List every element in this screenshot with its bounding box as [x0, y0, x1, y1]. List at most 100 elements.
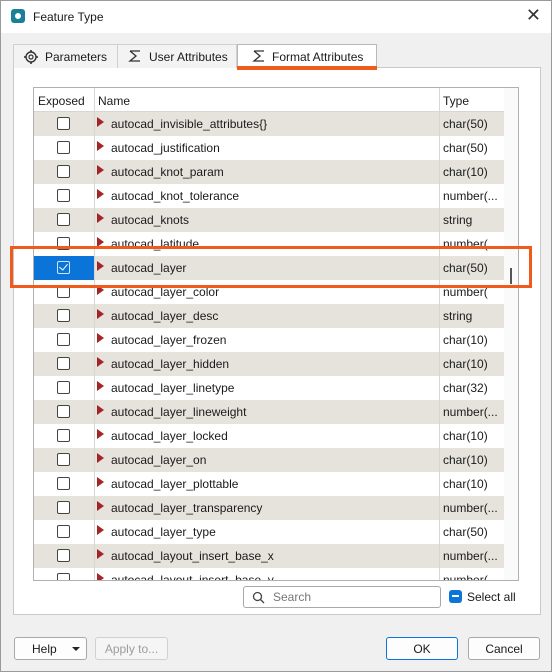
expand-arrow-icon[interactable]	[97, 165, 104, 175]
column-divider	[94, 304, 95, 328]
expand-arrow-icon[interactable]	[97, 381, 104, 391]
select-all-box[interactable]	[449, 590, 462, 603]
column-divider	[94, 184, 95, 208]
attribute-name: autocad_layout_insert_base_x	[111, 549, 274, 563]
column-divider	[439, 184, 440, 208]
table-row[interactable]: autocad_layout_insert_base_y number(	[34, 568, 504, 581]
table-row[interactable]: autocad_knot_param char(10)	[34, 160, 504, 184]
tab-parameters[interactable]: Parameters	[13, 44, 118, 68]
column-header-type[interactable]: Type	[443, 94, 469, 108]
table-row[interactable]: autocad_justification char(50)	[34, 136, 504, 160]
exposed-checkbox[interactable]	[57, 213, 70, 226]
expand-arrow-icon[interactable]	[97, 549, 104, 559]
table-row[interactable]: autocad_layer_transparency number(...	[34, 496, 504, 520]
ok-button[interactable]: OK	[386, 637, 458, 660]
attribute-type: char(10)	[443, 357, 488, 371]
exposed-checkbox[interactable]	[57, 501, 70, 514]
table-row[interactable]: autocad_knot_tolerance number(...	[34, 184, 504, 208]
attribute-name: autocad_invisible_attributes{}	[111, 117, 268, 131]
expand-arrow-icon[interactable]	[97, 501, 104, 511]
close-button[interactable]: ✕	[526, 5, 541, 26]
table-row[interactable]: autocad_invisible_attributes{} char(50)	[34, 112, 504, 136]
column-divider	[439, 112, 440, 136]
attribute-name: autocad_layer_linetype	[111, 381, 235, 395]
apply-to-button[interactable]: Apply to...	[95, 637, 168, 660]
table-row[interactable]: autocad_knots string	[34, 208, 504, 232]
exposed-checkbox[interactable]	[57, 525, 70, 538]
column-divider	[94, 376, 95, 400]
expand-arrow-icon[interactable]	[97, 453, 104, 463]
exposed-checkbox[interactable]	[57, 189, 70, 202]
exposed-checkbox[interactable]	[57, 141, 70, 154]
column-divider	[94, 160, 95, 184]
attribute-type: char(10)	[443, 429, 488, 443]
table-row[interactable]: autocad_layout_insert_base_x number(...	[34, 544, 504, 568]
column-divider	[94, 136, 95, 160]
expand-arrow-icon[interactable]	[97, 333, 104, 343]
search-box[interactable]	[243, 586, 441, 608]
column-divider	[94, 520, 95, 544]
column-header-name[interactable]: Name	[98, 94, 130, 108]
column-divider	[94, 568, 95, 580]
exposed-checkbox[interactable]	[57, 333, 70, 346]
expand-arrow-icon[interactable]	[97, 405, 104, 415]
attribute-type: number(...	[443, 405, 498, 419]
chevron-down-icon	[72, 647, 80, 651]
column-header-exposed[interactable]: Exposed	[38, 94, 85, 108]
expand-arrow-icon[interactable]	[97, 357, 104, 367]
table-row[interactable]: autocad_layer_on char(10)	[34, 448, 504, 472]
cancel-button[interactable]: Cancel	[468, 637, 540, 660]
tab-user-attributes[interactable]: User Attributes	[117, 44, 237, 68]
table-row[interactable]: autocad_layer_locked char(10)	[34, 424, 504, 448]
attribute-name: autocad_layer_on	[111, 453, 207, 467]
column-divider	[439, 88, 440, 112]
attribute-type: char(50)	[443, 141, 488, 155]
column-divider	[439, 544, 440, 568]
table-row[interactable]: autocad_layer_hidden char(10)	[34, 352, 504, 376]
search-icon	[252, 591, 265, 604]
table-row[interactable]: autocad_layer_frozen char(10)	[34, 328, 504, 352]
vertical-scrollbar[interactable]	[504, 88, 518, 580]
column-divider	[439, 304, 440, 328]
table-row[interactable]: autocad_layer_type char(50)	[34, 520, 504, 544]
search-input[interactable]	[271, 589, 436, 605]
attribute-type: number(	[443, 573, 488, 581]
exposed-checkbox[interactable]	[57, 477, 70, 490]
column-divider	[94, 328, 95, 352]
exposed-checkbox[interactable]	[57, 453, 70, 466]
attribute-type: char(10)	[443, 333, 488, 347]
table-row[interactable]: autocad_layer_linetype char(32)	[34, 376, 504, 400]
exposed-checkbox[interactable]	[57, 381, 70, 394]
exposed-checkbox[interactable]	[57, 117, 70, 130]
attribute-name: autocad_knots	[111, 213, 190, 227]
exposed-checkbox[interactable]	[57, 357, 70, 370]
exposed-checkbox[interactable]	[57, 573, 70, 580]
expand-arrow-icon[interactable]	[97, 429, 104, 439]
help-button[interactable]: Help	[14, 637, 87, 660]
exposed-checkbox[interactable]	[57, 549, 70, 562]
tab-user-attributes-label: User Attributes	[149, 50, 228, 64]
exposed-checkbox[interactable]	[57, 165, 70, 178]
help-button-label: Help	[32, 642, 57, 656]
table-row[interactable]: autocad_layer_lineweight number(...	[34, 400, 504, 424]
expand-arrow-icon[interactable]	[97, 525, 104, 535]
table-row[interactable]: autocad_layer_desc string	[34, 304, 504, 328]
expand-arrow-icon[interactable]	[97, 141, 104, 151]
expand-arrow-icon[interactable]	[97, 309, 104, 319]
table-row[interactable]: autocad_layer_plottable char(10)	[34, 472, 504, 496]
exposed-checkbox[interactable]	[57, 429, 70, 442]
expand-arrow-icon[interactable]	[97, 117, 104, 127]
expand-arrow-icon[interactable]	[97, 213, 104, 223]
window-title: Feature Type	[33, 10, 104, 24]
expand-arrow-icon[interactable]	[97, 189, 104, 199]
sigma-icon	[128, 50, 140, 62]
column-divider	[94, 400, 95, 424]
tab-format-attributes-label: Format Attributes	[272, 50, 364, 64]
exposed-checkbox[interactable]	[57, 309, 70, 322]
expand-arrow-icon[interactable]	[97, 477, 104, 487]
exposed-checkbox[interactable]	[57, 405, 70, 418]
attribute-type: string	[443, 213, 473, 227]
attribute-name: autocad_layer_plottable	[111, 477, 239, 491]
expand-arrow-icon[interactable]	[97, 573, 104, 580]
select-all-label: Select all	[467, 590, 516, 604]
